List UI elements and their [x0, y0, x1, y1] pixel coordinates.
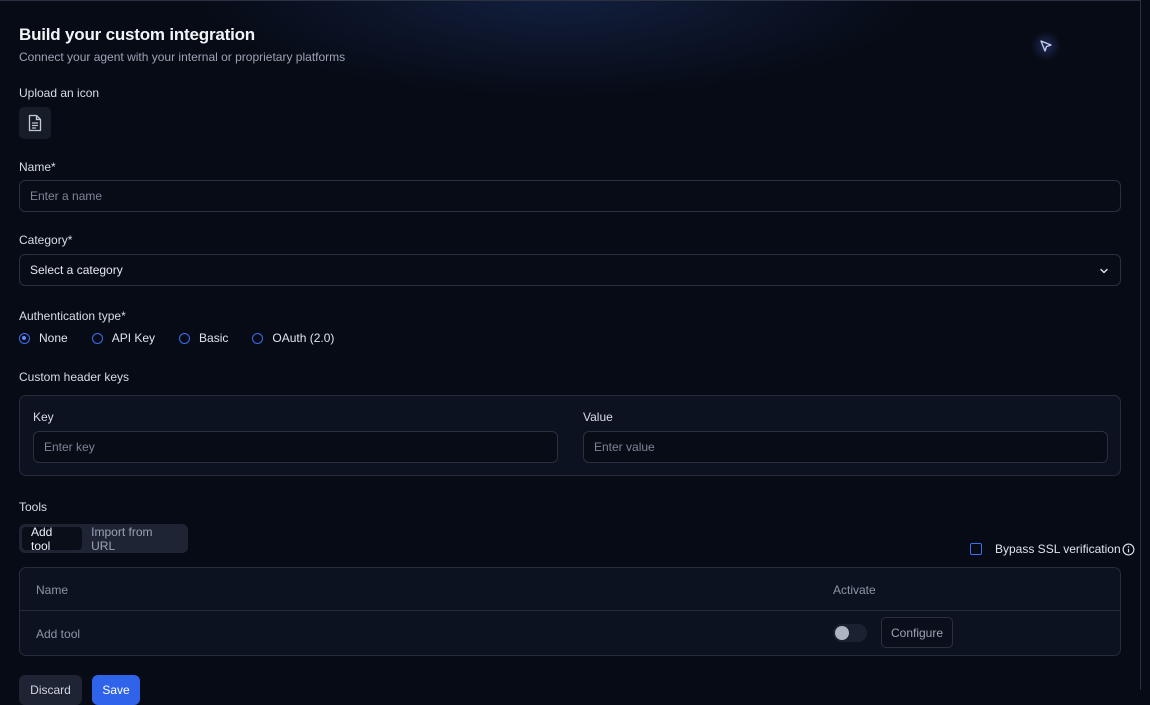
name-label: Name*: [19, 160, 56, 174]
table-row-name[interactable]: Add tool: [36, 627, 80, 641]
upload-icon-button[interactable]: [19, 107, 51, 139]
category-select[interactable]: Select a category: [19, 254, 1121, 286]
auth-option-label: Basic: [199, 331, 229, 345]
table-divider: [20, 610, 1120, 611]
bypass-ssl-checkbox[interactable]: [970, 543, 982, 555]
document-icon: [28, 114, 42, 132]
radio-unchecked-icon: [252, 332, 264, 344]
auth-option-label: API Key: [111, 331, 156, 345]
category-selected-value: Select a category: [30, 263, 123, 277]
name-placeholder: Enter a name: [30, 189, 103, 203]
auth-option-oauth[interactable]: OAuth (2.0): [252, 331, 334, 345]
column-header-name: Name: [36, 583, 69, 597]
activate-toggle[interactable]: [833, 624, 867, 642]
radio-checked-icon: [19, 332, 30, 344]
auth-option-basic[interactable]: Basic: [179, 331, 228, 345]
radio-unchecked-icon: [179, 332, 191, 344]
auth-option-none[interactable]: None: [19, 331, 68, 345]
toggle-knob: [835, 626, 849, 640]
auth-option-api-key[interactable]: API Key: [91, 331, 156, 345]
bypass-ssl-option: Bypass SSL verification: [970, 542, 1135, 556]
header-key-placeholder: Enter key: [44, 440, 95, 454]
tools-tabs: Add tool Import from URL: [19, 524, 188, 553]
integration-builder-panel: Build your custom integration Connect yo…: [0, 0, 1141, 705]
auth-option-label: None: [39, 331, 68, 345]
discard-button[interactable]: Discard: [19, 675, 82, 705]
tools-label: Tools: [19, 500, 48, 514]
header-value-placeholder: Enter value: [594, 440, 655, 454]
save-button[interactable]: Save: [92, 675, 140, 705]
radio-unchecked-icon: [91, 332, 103, 344]
bypass-ssl-label: Bypass SSL verification: [995, 542, 1121, 556]
tools-table: Name Activate Add tool Configure: [19, 567, 1121, 656]
chevron-down-icon: [1100, 268, 1108, 274]
key-label: Key: [33, 410, 54, 424]
header-key-input[interactable]: Enter key: [33, 431, 558, 463]
category-label: Category*: [19, 233, 73, 247]
auth-type-radio-group: None API Key Basic OAuth (2.0): [19, 331, 358, 345]
auth-type-label: Authentication type*: [19, 309, 126, 323]
column-header-activate: Activate: [833, 583, 876, 597]
info-icon[interactable]: [1122, 543, 1135, 556]
configure-button[interactable]: Configure: [881, 617, 953, 648]
page-subtitle: Connect your agent with your internal or…: [19, 50, 346, 64]
send-button[interactable]: [1031, 31, 1061, 61]
value-label: Value: [583, 410, 613, 424]
send-icon: [1040, 40, 1052, 52]
header-value-input[interactable]: Enter value: [583, 431, 1108, 463]
custom-header-keys-label: Custom header keys: [19, 370, 130, 384]
tab-import-from-url[interactable]: Import from URL: [82, 525, 185, 553]
custom-header-keys-panel: Key Enter key Value Enter value: [19, 395, 1121, 476]
upload-icon-label: Upload an icon: [19, 86, 100, 100]
auth-option-label: OAuth (2.0): [272, 331, 335, 345]
name-input[interactable]: Enter a name: [19, 180, 1121, 212]
tab-add-tool[interactable]: Add tool: [22, 525, 83, 553]
page-title: Build your custom integration: [19, 25, 255, 44]
